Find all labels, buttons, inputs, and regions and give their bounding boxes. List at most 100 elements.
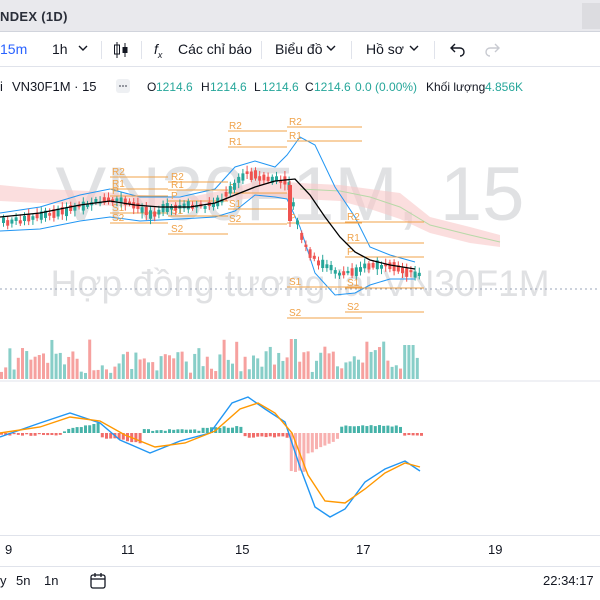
candle-body xyxy=(392,262,396,272)
chart-type-chevron-icon[interactable] xyxy=(326,41,336,58)
macd-histogram-bar xyxy=(260,433,264,437)
volume-bar xyxy=(46,362,50,379)
pivot-r1-label: R1 xyxy=(347,233,360,244)
macd-histogram-bar xyxy=(147,429,150,433)
redo-icon[interactable] xyxy=(484,41,500,60)
chart-canvas[interactable]: VN30F1M, 15 Hợp đồng tương lai VN30F1M R… xyxy=(0,97,600,535)
volume-bar xyxy=(184,361,188,379)
macd-histogram-bar xyxy=(33,433,37,436)
chart-type-button[interactable]: Biểu đồ xyxy=(275,41,322,57)
macd-histogram-bar xyxy=(71,427,75,433)
window-title-bar: NDEX (1D) xyxy=(0,0,600,32)
bottom-toolbar: y 5n 1n 22:34:17 xyxy=(0,566,600,600)
candle-body xyxy=(296,220,299,225)
macd-histogram-bar xyxy=(352,426,356,433)
legend-more-icon[interactable] xyxy=(116,79,130,96)
volume-bar xyxy=(323,346,327,379)
volume-bar xyxy=(218,354,222,379)
range-partial-button[interactable]: y xyxy=(0,573,7,588)
macd-histogram-bar xyxy=(134,433,138,443)
macd-histogram-bar xyxy=(54,433,58,436)
macd-histogram-bar xyxy=(193,429,197,433)
range-5d-button[interactable]: 5n xyxy=(16,573,30,588)
volume-bar xyxy=(331,351,335,379)
candle-body xyxy=(65,207,68,217)
macd-histogram-bar xyxy=(323,433,327,446)
close-value: 1214.6 xyxy=(314,80,351,94)
candle-body xyxy=(241,173,245,181)
volume-bar xyxy=(231,363,234,379)
macd-histogram-bar xyxy=(151,430,155,433)
volume-bar xyxy=(336,366,339,379)
undo-icon[interactable] xyxy=(450,41,466,60)
candle-body xyxy=(304,244,308,247)
macd-histogram-bar xyxy=(218,427,222,433)
high-label: H xyxy=(201,80,210,94)
candle-body xyxy=(405,268,409,277)
macd-histogram-bar xyxy=(386,425,390,433)
macd-histogram-bar xyxy=(205,427,209,433)
candlestick-chart-icon[interactable] xyxy=(113,41,129,62)
candle-body xyxy=(363,263,367,269)
candle-body xyxy=(2,217,5,223)
candle-body xyxy=(237,176,241,183)
interval-1h-button[interactable]: 1h xyxy=(52,41,68,57)
candle-body xyxy=(186,201,190,210)
macd-histogram-bar xyxy=(63,431,66,433)
volume-bar xyxy=(189,372,192,379)
volume-bar xyxy=(289,339,293,379)
candle-body xyxy=(401,267,404,274)
pivot-r2-label: R2 xyxy=(229,121,242,132)
volume-bar xyxy=(113,366,117,379)
candle-body xyxy=(367,263,371,270)
profile-button[interactable]: Hồ sơ xyxy=(366,41,404,57)
legend-symbol[interactable]: VN30F1M · 15 xyxy=(12,79,97,94)
volume-bar xyxy=(348,361,352,379)
range-1m-button[interactable]: 1n xyxy=(44,573,58,588)
volume-bar xyxy=(130,368,134,379)
interval-15m-button[interactable]: 15m xyxy=(0,41,27,57)
candle-body xyxy=(346,270,350,274)
volume-value: 4.856K xyxy=(485,80,524,94)
candle-body xyxy=(161,204,165,213)
interval-dropdown-chevron-icon[interactable] xyxy=(78,41,88,58)
volume-bar xyxy=(105,369,108,379)
volume-bar xyxy=(226,359,230,379)
volume-bar xyxy=(298,361,302,379)
candle-body xyxy=(321,259,325,269)
volume-bar xyxy=(327,353,331,379)
volume-bar xyxy=(235,341,239,379)
volume-bar xyxy=(84,372,87,379)
candle-body xyxy=(233,182,236,190)
pivot-s2-label: S2 xyxy=(289,308,302,319)
macd-histogram-bar xyxy=(142,429,146,433)
candle-body xyxy=(333,270,337,274)
chart-toolbar: 15m 1h fx Các chỉ báo Biểu đồ Hồ sơ xyxy=(0,33,600,67)
candle-body xyxy=(119,197,123,203)
volume-bar xyxy=(357,359,360,379)
clock: 22:34:17 xyxy=(543,573,594,588)
candle-body xyxy=(249,171,253,180)
volume-bar xyxy=(126,351,129,379)
macd-histogram-bar xyxy=(92,423,96,433)
candle-body xyxy=(350,268,354,276)
volume-bar xyxy=(264,351,268,379)
macd-histogram-bar xyxy=(310,433,314,453)
macd-histogram-bar xyxy=(315,433,318,450)
date-range-icon[interactable] xyxy=(89,572,107,593)
profile-chevron-icon[interactable] xyxy=(409,41,419,58)
volume-bar xyxy=(386,360,390,379)
macd-line xyxy=(0,396,421,518)
volume-bar xyxy=(365,341,369,379)
indicators-button[interactable]: Các chỉ báo xyxy=(178,41,252,57)
candle-body xyxy=(81,201,85,211)
window-control[interactable] xyxy=(582,3,600,29)
indicators-fx-icon[interactable]: fx xyxy=(154,41,162,60)
pivot-p-label: P xyxy=(347,247,354,258)
candle-body xyxy=(27,214,31,222)
macd-histogram-bar xyxy=(327,433,331,444)
time-axis[interactable]: 9 11 15 17 19 xyxy=(0,535,600,565)
macd-histogram-bar xyxy=(306,433,310,454)
volume-bar xyxy=(390,366,394,379)
pivot-r1-label: R1 xyxy=(229,137,242,148)
